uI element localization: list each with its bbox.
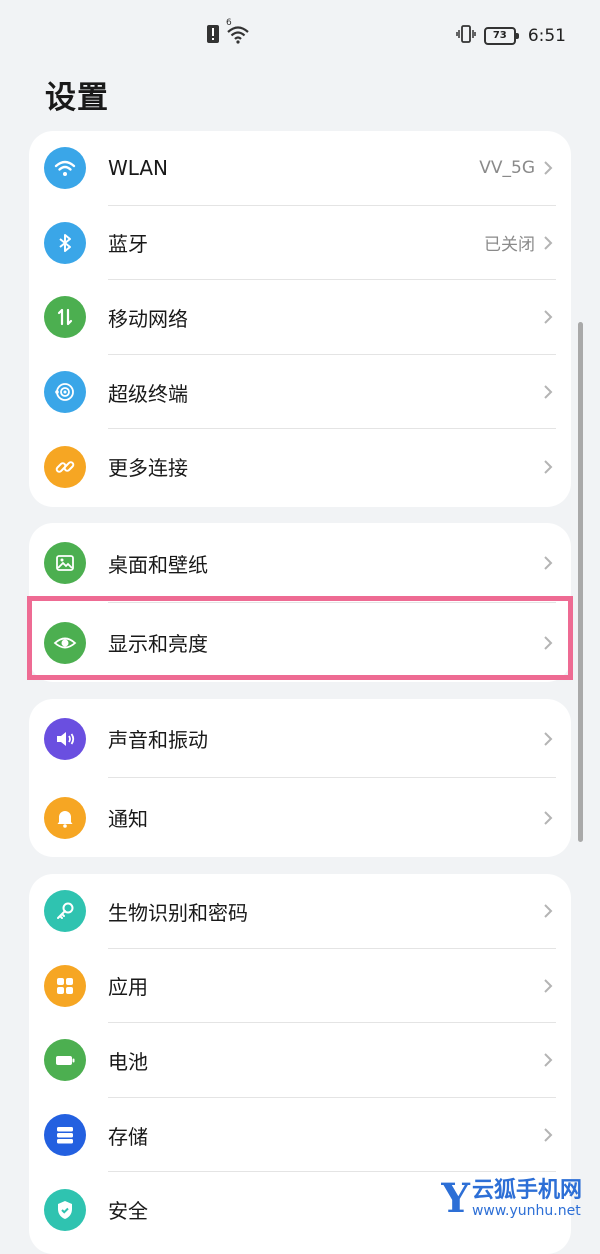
key-icon xyxy=(44,890,86,933)
chevron-right-icon xyxy=(544,236,553,250)
settings-group-sound: 声音和振动 通知 xyxy=(29,699,571,857)
settings-item-biometrics[interactable]: 生物识别和密码 xyxy=(29,874,571,949)
bluetooth-icon xyxy=(44,221,86,264)
settings-item-label: 超级终端 xyxy=(108,381,188,406)
settings-item-label: 蓝牙 xyxy=(108,232,148,257)
chevron-right-icon xyxy=(544,1053,553,1068)
settings-item-battery[interactable]: 电池 xyxy=(29,1023,571,1098)
eye-icon xyxy=(44,621,86,664)
settings-item-storage[interactable]: 存储 xyxy=(29,1098,571,1173)
page-title: 设置 xyxy=(45,80,109,116)
chevron-right-icon xyxy=(544,810,553,825)
settings-item-value: 已关闭 xyxy=(484,235,535,256)
settings-item-label: 桌面和壁纸 xyxy=(108,552,208,577)
battery-icon xyxy=(44,1039,86,1082)
battery-indicator: 73 xyxy=(483,27,519,45)
settings-item-mobile-network[interactable]: 移动网络 xyxy=(29,280,571,355)
chevron-right-icon xyxy=(544,904,553,919)
settings-item-wallpaper[interactable]: 桌面和壁纸 xyxy=(29,523,571,603)
settings-item-more-connections[interactable]: 更多连接 xyxy=(29,429,571,504)
settings-item-apps[interactable]: 应用 xyxy=(29,949,571,1024)
super-device-icon xyxy=(44,371,86,414)
status-left-icons: 6 xyxy=(206,18,250,48)
settings-item-label: 更多连接 xyxy=(108,456,188,481)
settings-item-notifications[interactable]: 通知 xyxy=(29,778,571,857)
settings-item-super-device[interactable]: 超级终端 xyxy=(29,355,571,430)
settings-group-display: 桌面和壁纸 显示和亮度 xyxy=(29,523,571,682)
chevron-right-icon xyxy=(544,731,553,746)
settings-item-label: WLAN xyxy=(108,156,169,181)
speaker-icon xyxy=(44,717,86,760)
chevron-right-icon xyxy=(544,161,553,176)
mobile-network-icon xyxy=(44,296,86,339)
shield-icon xyxy=(44,1188,86,1231)
settings-item-display-brightness[interactable]: 显示和亮度 xyxy=(29,603,571,682)
chevron-right-icon xyxy=(544,310,553,325)
chevron-right-icon xyxy=(544,1128,553,1142)
settings-item-label: 显示和亮度 xyxy=(108,632,208,656)
chevron-right-icon xyxy=(544,635,553,650)
status-time: 6:51 xyxy=(527,26,566,46)
watermark-logo: Y 云狐手机网 www.yunhu.net xyxy=(441,1175,582,1222)
wifi-status-icon: 6 xyxy=(226,18,250,48)
notification-alert-icon xyxy=(206,24,220,48)
vibrate-icon xyxy=(456,24,476,49)
apps-icon xyxy=(44,964,86,1007)
settings-item-bluetooth[interactable]: 蓝牙 已关闭 xyxy=(29,206,571,281)
status-bar: 6 73 6:51 xyxy=(0,0,600,70)
watermark-text: 云狐手机网 xyxy=(471,1178,582,1203)
settings-item-label: 通知 xyxy=(108,807,148,831)
settings-item-label: 声音和振动 xyxy=(108,728,208,752)
scrollbar[interactable] xyxy=(578,322,583,842)
wallpaper-icon xyxy=(44,542,86,584)
watermark-mark: Y xyxy=(441,1175,470,1222)
settings-item-label: 移动网络 xyxy=(108,306,188,331)
wifi-badge: 6 xyxy=(226,18,232,28)
status-right-icons: 73 6:51 xyxy=(456,24,566,48)
storage-icon xyxy=(44,1114,86,1157)
chevron-right-icon xyxy=(544,385,553,399)
chevron-right-icon xyxy=(544,979,553,993)
watermark-url: www.yunhu.net xyxy=(471,1203,581,1219)
chevron-right-icon xyxy=(544,556,553,570)
wifi-icon xyxy=(44,147,86,190)
chevron-right-icon xyxy=(544,459,553,474)
link-icon xyxy=(44,445,86,488)
settings-item-label: 应用 xyxy=(108,975,148,1000)
settings-item-label: 生物识别和密码 xyxy=(108,900,248,925)
settings-item-wlan[interactable]: WLAN VV_5G xyxy=(29,131,571,206)
settings-item-label: 存储 xyxy=(108,1124,148,1149)
settings-item-value: VV_5G xyxy=(479,158,535,179)
bell-icon xyxy=(44,796,86,839)
settings-group-connectivity: WLAN VV_5G 蓝牙 已关闭 移动网络 超级终端 更多连接 xyxy=(29,131,571,507)
settings-item-label: 电池 xyxy=(108,1049,148,1074)
settings-item-sound[interactable]: 声音和振动 xyxy=(29,699,571,778)
